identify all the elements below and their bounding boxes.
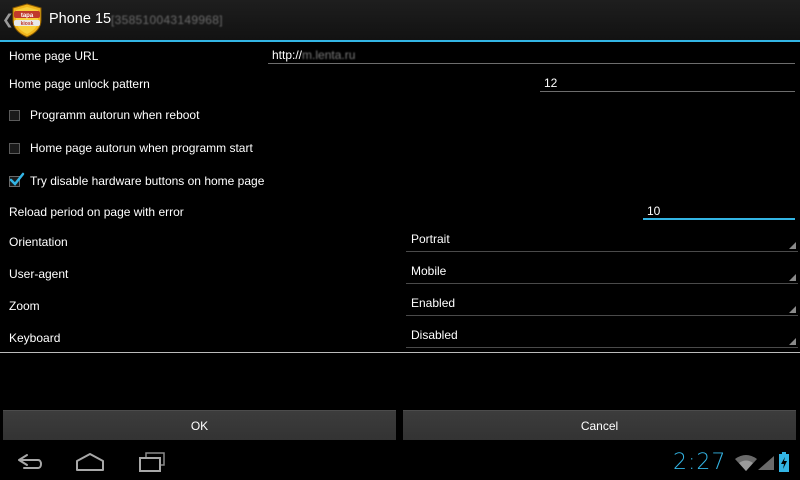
reload-period-label: Reload period on page with error bbox=[9, 205, 184, 219]
disable-hw-checkbox[interactable] bbox=[9, 172, 25, 187]
dropdown-arrow-icon bbox=[789, 274, 796, 281]
content-divider bbox=[0, 352, 800, 353]
orientation-spinner[interactable]: Portrait bbox=[406, 230, 798, 252]
autorun-reboot-row[interactable]: Programm autorun when reboot bbox=[0, 102, 800, 130]
disable-hw-row[interactable]: Try disable hardware buttons on home pag… bbox=[0, 168, 800, 196]
checkmark-icon bbox=[9, 172, 25, 186]
home-url-label: Home page URL bbox=[9, 49, 99, 63]
autorun-reboot-checkbox[interactable] bbox=[9, 110, 20, 121]
unlock-pattern-field[interactable]: 12 bbox=[540, 74, 795, 92]
unlock-pattern-label: Home page unlock pattern bbox=[9, 77, 150, 91]
app-logo-icon[interactable]: tapa kiosk bbox=[9, 2, 45, 38]
dropdown-arrow-icon bbox=[789, 306, 796, 313]
unlock-pattern-row: Home page unlock pattern 12 bbox=[0, 70, 800, 98]
keyboard-label: Keyboard bbox=[9, 331, 61, 345]
reload-period-value: 10 bbox=[647, 204, 661, 218]
user-agent-row: User-agent Mobile bbox=[0, 262, 800, 292]
status-clock: 2:27 bbox=[673, 450, 727, 475]
recent-apps-icon[interactable] bbox=[136, 451, 168, 473]
orientation-value: Portrait bbox=[411, 232, 450, 246]
home-icon[interactable] bbox=[74, 451, 106, 473]
zoom-label: Zoom bbox=[9, 299, 40, 313]
logo-text-bottom: kiosk bbox=[21, 21, 34, 27]
action-bar: ❮ tapa kiosk Phone 15 [358510043149968] bbox=[0, 0, 800, 42]
user-agent-label: User-agent bbox=[9, 267, 69, 281]
orientation-row: Orientation Portrait bbox=[0, 230, 800, 260]
user-agent-spinner[interactable]: Mobile bbox=[406, 262, 798, 284]
cancel-button[interactable]: Cancel bbox=[403, 410, 796, 440]
autorun-start-checkbox[interactable] bbox=[9, 143, 20, 154]
zoom-row: Zoom Enabled bbox=[0, 294, 800, 324]
home-url-field[interactable]: http://m.lenta.ru bbox=[268, 46, 795, 64]
home-url-prefix: http:// bbox=[272, 48, 303, 62]
autorun-start-row[interactable]: Home page autorun when programm start bbox=[0, 135, 800, 163]
reload-period-field[interactable]: 10 bbox=[643, 202, 795, 220]
home-url-value: m.lenta.ru bbox=[302, 48, 356, 62]
page-title: Phone 15 bbox=[49, 11, 112, 27]
disable-hw-label: Try disable hardware buttons on home pag… bbox=[30, 174, 265, 188]
signal-icon bbox=[758, 456, 774, 470]
user-agent-value: Mobile bbox=[411, 264, 447, 278]
reload-period-row: Reload period on page with error 10 bbox=[0, 198, 800, 226]
autorun-start-label: Home page autorun when programm start bbox=[30, 141, 253, 155]
zoom-value: Enabled bbox=[411, 296, 456, 310]
back-icon[interactable] bbox=[14, 451, 46, 473]
logo-text-top: tapa bbox=[21, 13, 34, 19]
autorun-reboot-label: Programm autorun when reboot bbox=[30, 108, 200, 122]
wifi-icon bbox=[735, 455, 757, 471]
dropdown-arrow-icon bbox=[789, 338, 796, 345]
ok-button[interactable]: OK bbox=[3, 410, 396, 440]
device-id: [358510043149968] bbox=[111, 13, 223, 27]
battery-charging-icon bbox=[779, 452, 789, 472]
keyboard-spinner[interactable]: Disabled bbox=[406, 326, 798, 348]
orientation-label: Orientation bbox=[9, 235, 68, 249]
zoom-spinner[interactable]: Enabled bbox=[406, 294, 798, 316]
home-url-row: Home page URL http://m.lenta.ru bbox=[0, 42, 800, 70]
unlock-pattern-value: 12 bbox=[544, 76, 558, 90]
settings-panel: Home page URL http://m.lenta.ru Home pag… bbox=[0, 42, 800, 352]
dropdown-arrow-icon bbox=[789, 242, 796, 249]
keyboard-value: Disabled bbox=[411, 328, 458, 342]
